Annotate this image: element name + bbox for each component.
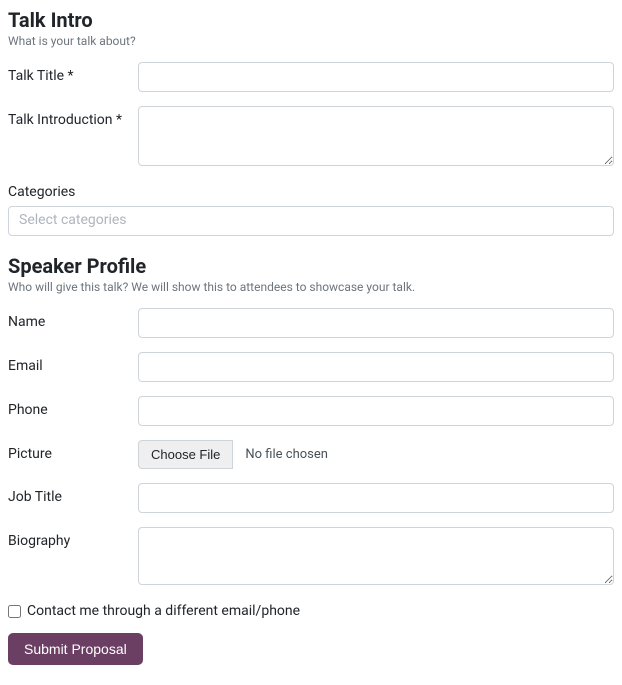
email-label: Email <box>8 352 138 374</box>
contact-alt-checkbox[interactable] <box>8 605 21 618</box>
biography-label: Biography <box>8 527 138 549</box>
name-row: Name <box>8 308 614 338</box>
talk-introduction-label: Talk Introduction * <box>8 106 138 128</box>
email-row: Email <box>8 352 614 382</box>
phone-row: Phone <box>8 396 614 426</box>
file-status-text: No file chosen <box>233 441 340 468</box>
phone-label: Phone <box>8 396 138 418</box>
email-input[interactable] <box>138 352 614 382</box>
phone-input[interactable] <box>138 396 614 426</box>
choose-file-button[interactable]: Choose File <box>138 440 233 469</box>
talk-intro-subheading: What is your talk about? <box>8 34 614 48</box>
job-title-input[interactable] <box>138 483 614 513</box>
name-label: Name <box>8 308 138 330</box>
contact-alt-label[interactable]: Contact me through a different email/pho… <box>27 603 300 619</box>
talk-introduction-input[interactable] <box>138 106 614 166</box>
categories-label: Categories <box>8 184 614 200</box>
talk-intro-heading: Talk Intro <box>8 8 614 32</box>
talk-title-row: Talk Title * <box>8 62 614 92</box>
file-input-wrap: Choose File No file chosen <box>138 440 614 469</box>
job-title-row: Job Title <box>8 483 614 513</box>
speaker-profile-subheading: Who will give this talk? We will show th… <box>8 280 614 294</box>
submit-proposal-button[interactable]: Submit Proposal <box>8 633 143 665</box>
biography-input[interactable] <box>138 527 614 585</box>
talk-title-label: Talk Title * <box>8 62 138 84</box>
categories-block: Categories Select categories <box>8 184 614 236</box>
biography-row: Biography <box>8 527 614 589</box>
contact-checkbox-row: Contact me through a different email/pho… <box>8 603 614 619</box>
picture-row: Picture Choose File No file chosen <box>8 440 614 469</box>
categories-select[interactable]: Select categories <box>8 206 614 236</box>
talk-introduction-row: Talk Introduction * <box>8 106 614 170</box>
name-input[interactable] <box>138 308 614 338</box>
talk-title-input[interactable] <box>138 62 614 92</box>
picture-label: Picture <box>8 440 138 462</box>
speaker-profile-heading: Speaker Profile <box>8 254 614 278</box>
job-title-label: Job Title <box>8 483 138 505</box>
